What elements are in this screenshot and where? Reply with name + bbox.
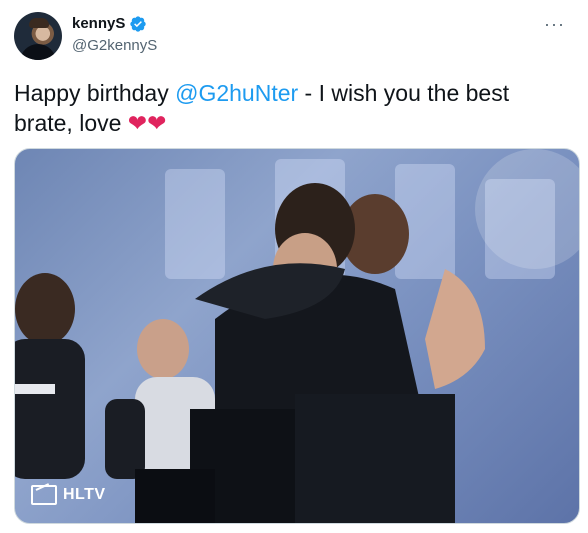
avatar[interactable] [14, 12, 62, 60]
hltv-logo-icon [31, 485, 57, 505]
mention-link[interactable]: @G2huNter [175, 80, 298, 106]
heart-emoji: ❤❤ [127, 110, 167, 136]
verified-badge-icon [130, 16, 147, 32]
tweet-photo[interactable]: HLTV [14, 148, 580, 524]
hltv-watermark: HLTV [31, 485, 106, 505]
tweet-header: kennyS @G2kennyS ··· [14, 12, 574, 64]
user-names: kennyS @G2kennyS [72, 14, 157, 56]
photo-illustration [15, 149, 579, 523]
tweet: kennyS @G2kennyS ··· Happy birthday @G2h… [0, 0, 588, 533]
hltv-watermark-text: HLTV [63, 486, 106, 503]
tweet-text-part: Happy birthday [14, 80, 176, 106]
display-name[interactable]: kennyS [72, 14, 125, 34]
more-options-icon[interactable]: ··· [544, 15, 568, 36]
tweet-text: Happy birthday @G2huNter - I wish you th… [14, 78, 574, 138]
user-handle[interactable]: @G2kennyS [72, 36, 157, 56]
